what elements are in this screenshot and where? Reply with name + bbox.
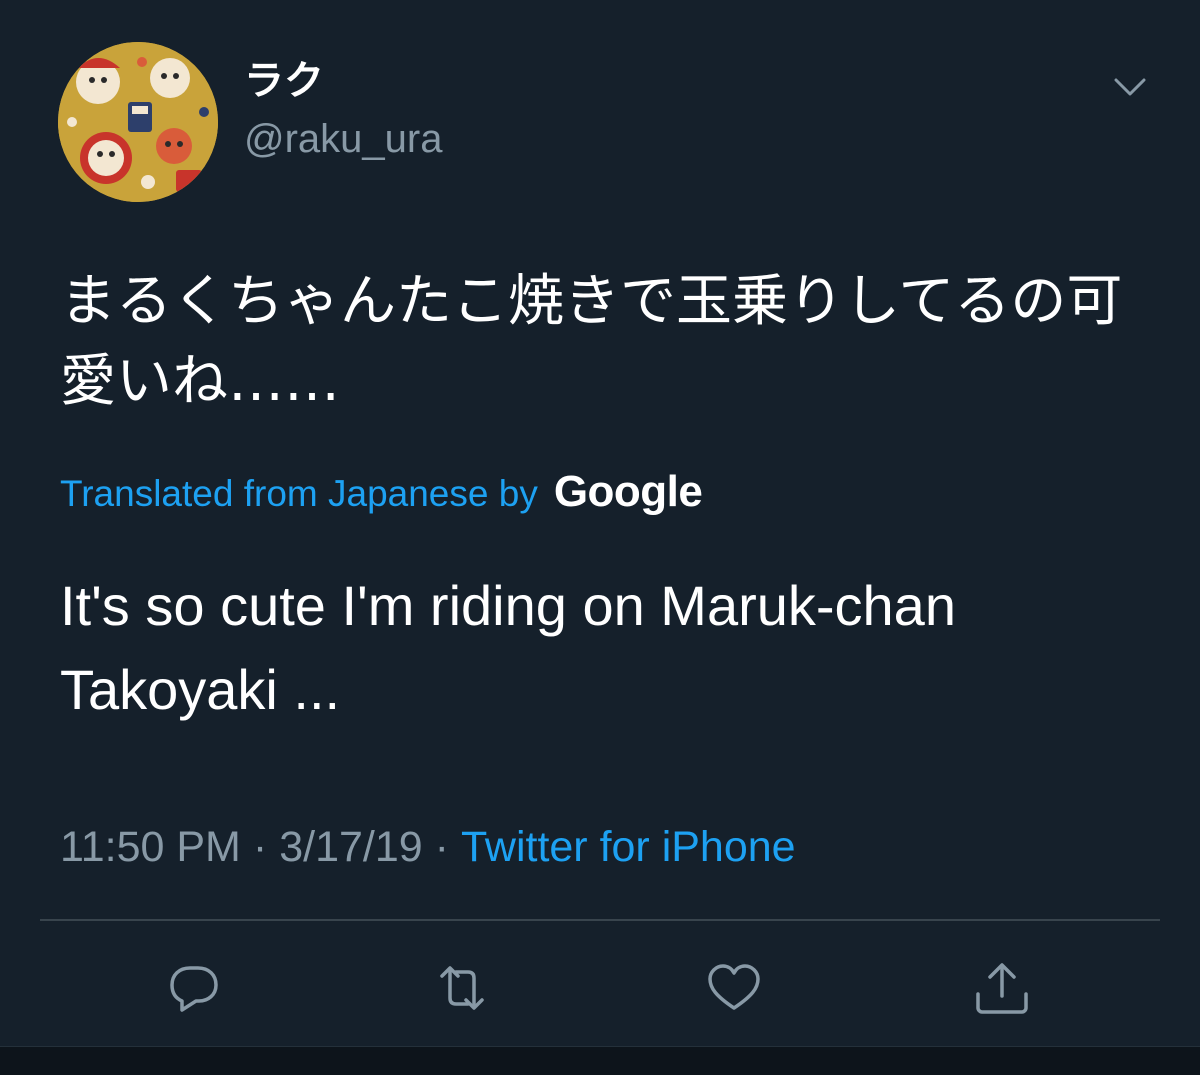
divider bbox=[40, 919, 1160, 921]
tweet-original-text: まるくちゃんたこ焼きで玉乗りしてるの可愛いね…… bbox=[60, 269, 1123, 414]
retweet-button[interactable] bbox=[430, 956, 494, 1020]
tweet-detail: ラク @raku_ura まるくちゃんたこ焼きで玉乗りしてるの可愛いね…… Tr… bbox=[0, 0, 1200, 1046]
like-button[interactable] bbox=[702, 956, 766, 1020]
google-logo: Google bbox=[553, 467, 703, 516]
reply-button[interactable] bbox=[162, 956, 226, 1020]
avatar-illustration bbox=[58, 42, 218, 202]
bottom-bar bbox=[0, 1046, 1200, 1075]
tweet-source-link[interactable]: Twitter for iPhone bbox=[461, 820, 796, 874]
user-handle[interactable]: @raku_ura bbox=[244, 114, 442, 164]
reply-icon bbox=[170, 966, 218, 1012]
display-name[interactable]: ラク bbox=[244, 56, 324, 106]
share-button[interactable] bbox=[970, 956, 1034, 1020]
retweet-icon bbox=[440, 966, 484, 1010]
chevron-down-icon[interactable] bbox=[1108, 70, 1152, 106]
avatar[interactable] bbox=[58, 42, 218, 202]
translation-attribution: Translated from Japanese by Google bbox=[60, 466, 703, 520]
action-bar bbox=[0, 948, 1200, 1028]
tweet-metadata: 11:50 PM · 3/17/19 · Twitter for iPhone bbox=[60, 820, 796, 874]
translation-label: Translated from Japanese by bbox=[60, 473, 538, 514]
tweet-date[interactable]: 3/17/19 bbox=[279, 820, 422, 874]
tweet-time[interactable]: 11:50 PM bbox=[60, 820, 241, 874]
share-icon bbox=[976, 963, 1028, 1014]
separator-dot: · bbox=[252, 823, 268, 871]
tweet-translated-text: It's so cute I'm riding on Maruk-chan Ta… bbox=[60, 574, 956, 721]
heart-icon bbox=[708, 964, 760, 1010]
separator-dot: · bbox=[434, 823, 449, 871]
